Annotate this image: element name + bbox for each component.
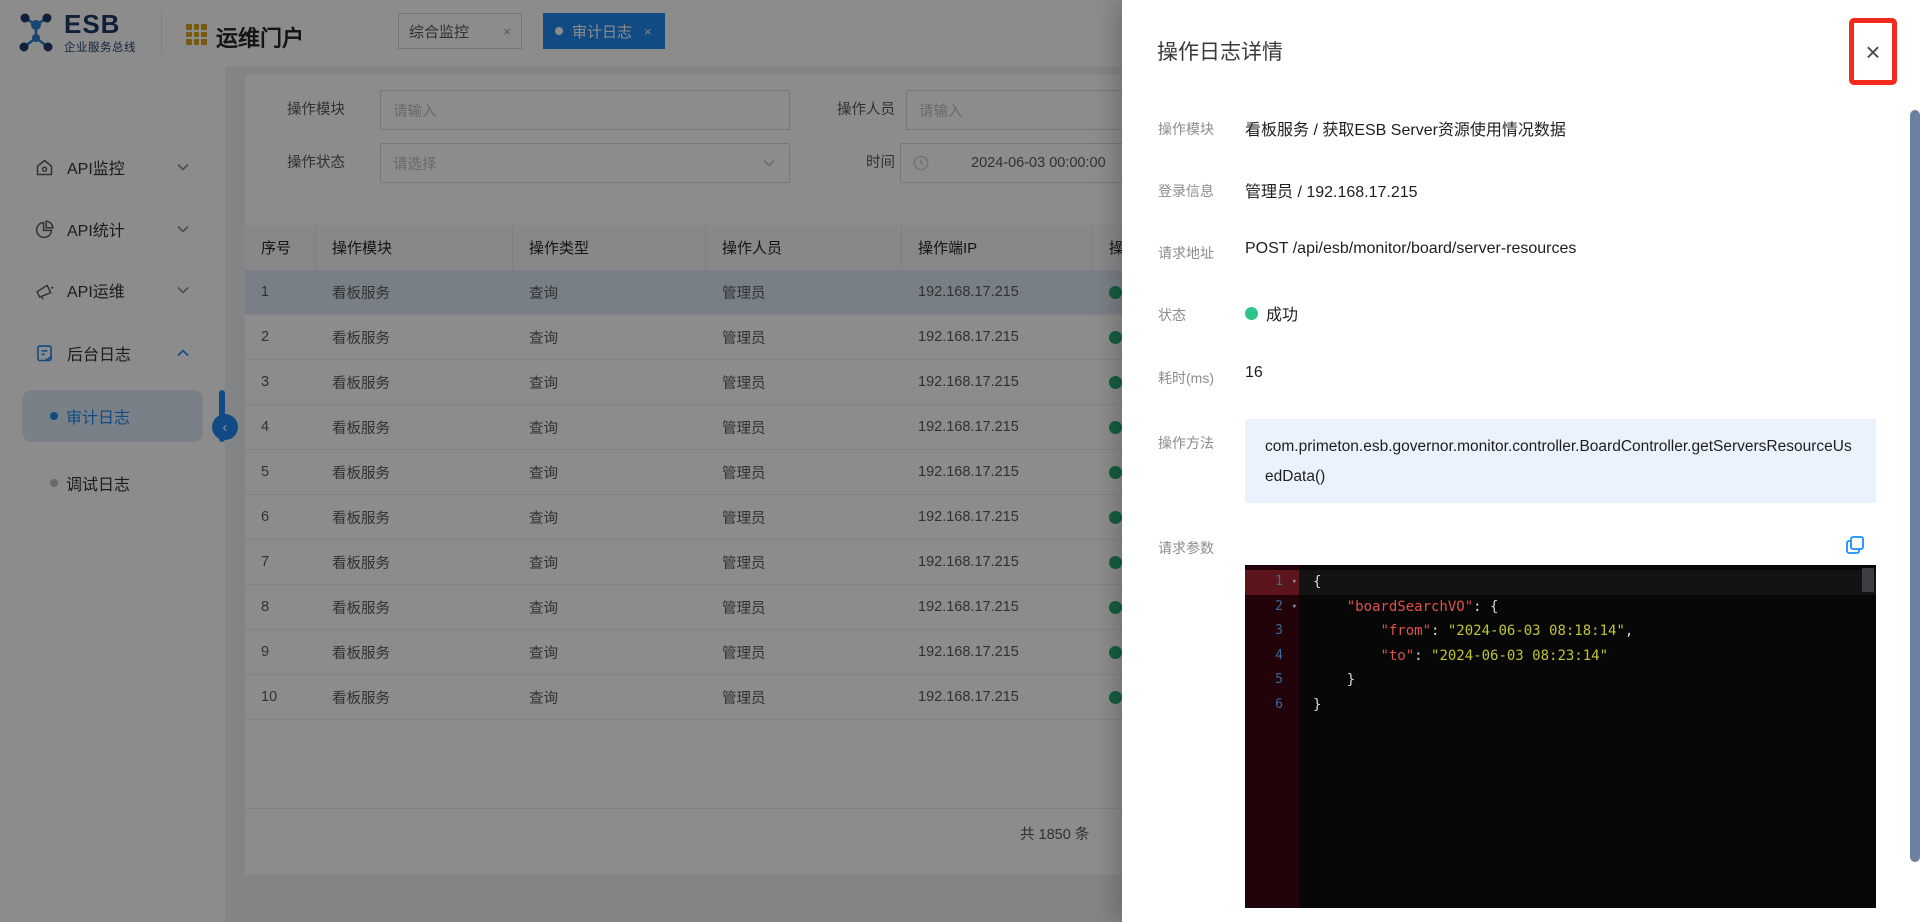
code-line: 6} xyxy=(1245,693,1876,718)
field-method-label: 操作方法 xyxy=(1158,433,1214,453)
fold-caret-icon[interactable]: ▾ xyxy=(1292,570,1297,595)
code-text: { xyxy=(1299,570,1876,595)
close-icon: × xyxy=(1865,39,1880,65)
field-login-label: 登录信息 xyxy=(1158,181,1214,201)
field-url-value: POST /api/esb/monitor/board/server-resou… xyxy=(1245,240,1576,258)
field-login-value: 管理员 / 192.168.17.215 xyxy=(1245,178,1418,202)
line-number: 5 xyxy=(1245,668,1299,693)
field-status-label: 状态 xyxy=(1158,305,1186,325)
code-editor-lines: 1▾{2▾ "boardSearchVO": {3 "from": "2024-… xyxy=(1245,570,1876,717)
fold-caret-icon[interactable]: ▾ xyxy=(1292,595,1297,620)
page-scrollbar-thumb[interactable] xyxy=(1910,110,1920,862)
code-text: "from": "2024-06-03 08:18:14", xyxy=(1299,619,1876,644)
code-line: 1▾{ xyxy=(1245,570,1876,595)
code-line: 3 "from": "2024-06-03 08:18:14", xyxy=(1245,619,1876,644)
copy-icon[interactable] xyxy=(1844,534,1868,558)
field-method-value: com.primeton.esb.governor.monitor.contro… xyxy=(1245,419,1876,503)
line-number: 6 xyxy=(1245,693,1299,718)
field-elapsed-label: 耗时(ms) xyxy=(1158,368,1214,388)
code-line: 5 } xyxy=(1245,668,1876,693)
field-url-label: 请求地址 xyxy=(1158,243,1214,263)
drawer-mask[interactable] xyxy=(0,0,1122,922)
field-params-label: 请求参数 xyxy=(1158,538,1214,558)
field-module-value: 看板服务 / 获取ESB Server资源使用情况数据 xyxy=(1245,116,1566,140)
json-code-editor[interactable]: 1▾{2▾ "boardSearchVO": {3 "from": "2024-… xyxy=(1245,565,1876,908)
code-text: } xyxy=(1299,693,1876,718)
code-text: "boardSearchVO": { xyxy=(1299,595,1876,620)
drawer-close-button[interactable]: × xyxy=(1849,18,1897,85)
code-text: "to": "2024-06-03 08:23:14" xyxy=(1299,644,1876,669)
line-number: 3 xyxy=(1245,619,1299,644)
code-line: 2▾ "boardSearchVO": { xyxy=(1245,595,1876,620)
code-text: } xyxy=(1299,668,1876,693)
status-text: 成功 xyxy=(1266,301,1298,325)
line-number: 4 xyxy=(1245,644,1299,669)
field-module-label: 操作模块 xyxy=(1158,119,1214,139)
field-status-value: 成功 xyxy=(1245,301,1298,325)
log-detail-drawer: 操作日志详情 操作模块 看板服务 / 获取ESB Server资源使用情况数据 … xyxy=(1122,0,1920,922)
editor-scrollbar-thumb[interactable] xyxy=(1862,568,1874,592)
success-dot-icon xyxy=(1245,307,1258,320)
drawer-title: 操作日志详情 xyxy=(1157,36,1283,66)
code-line: 4 "to": "2024-06-03 08:23:14" xyxy=(1245,644,1876,669)
line-number: 2▾ xyxy=(1245,595,1299,620)
line-number: 1▾ xyxy=(1245,570,1299,595)
field-elapsed-value: 16 xyxy=(1245,364,1263,382)
